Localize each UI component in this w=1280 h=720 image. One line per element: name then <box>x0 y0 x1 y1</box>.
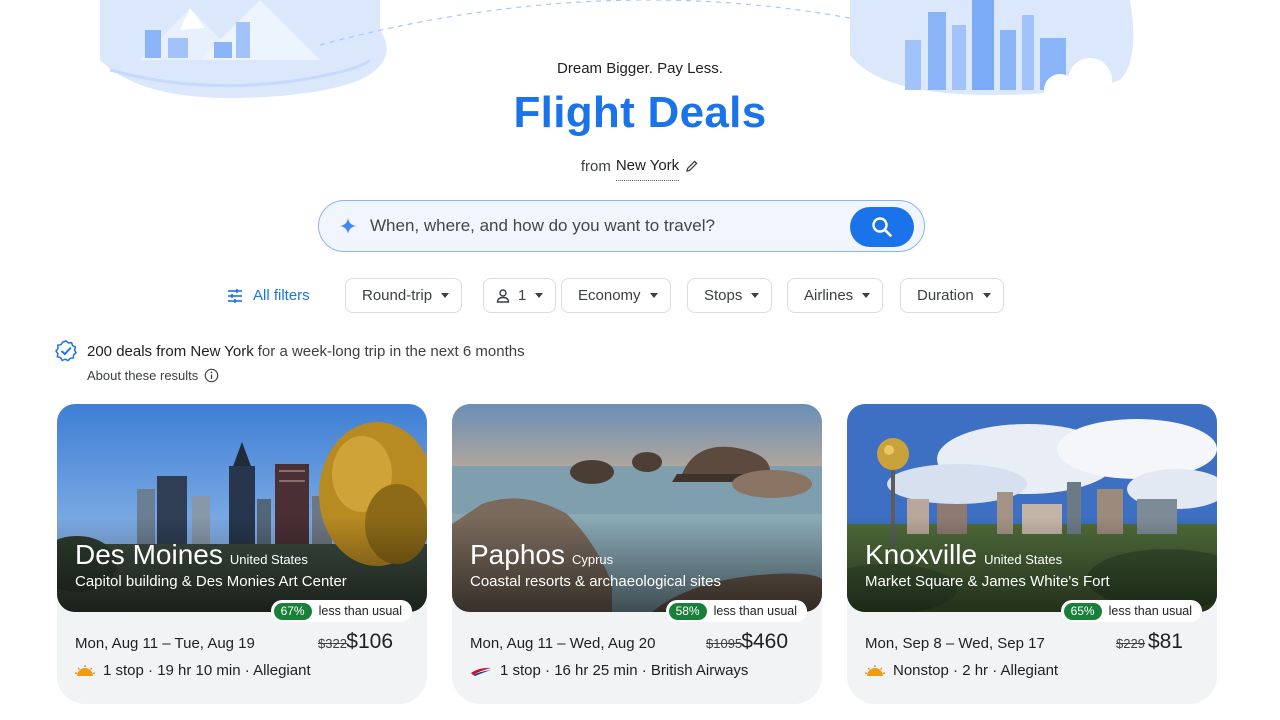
deal-percent: 67% <box>273 602 312 620</box>
verified-check-icon <box>55 340 77 362</box>
flight-details: 1 stop · 16 hr 25 min · British Airways <box>470 662 748 679</box>
flight-details-text: Nonstop · 2 hr · Allegiant <box>893 662 1059 679</box>
flight-details-text: 1 stop · 19 hr 10 min · Allegiant <box>103 662 311 679</box>
flight-details: 1 stop · 19 hr 10 min · Allegiant <box>75 662 311 679</box>
hero-tagline: Dream Bigger. Pay Less. <box>557 60 723 77</box>
duration-dropdown[interactable]: Duration <box>900 278 1004 313</box>
destination-name: Knoxville United States <box>865 539 1062 571</box>
trip-dates: Mon, Aug 11 – Tue, Aug 19 <box>75 635 255 652</box>
trip-type-dropdown[interactable]: Round-trip <box>345 278 463 313</box>
deal-price: $81 <box>1147 630 1183 653</box>
flight-details: Nonstop · 2 hr · Allegiant <box>865 662 1058 679</box>
duration-label: Duration <box>917 287 974 304</box>
origin-selector[interactable]: from New York <box>0 151 1280 181</box>
sparkle-icon <box>340 218 356 234</box>
deal-text: less than usual <box>1108 604 1192 618</box>
cabin-class-label: Economy <box>578 287 641 304</box>
deal-percent: 65% <box>1063 602 1102 620</box>
deal-price: $460 <box>741 630 788 653</box>
deal-card-des-moines[interactable]: Des Moines United States Capitol buildin… <box>57 404 427 704</box>
trip-type-label: Round-trip <box>362 287 433 304</box>
destination-city: Knoxville <box>865 539 978 570</box>
original-price: $1095 <box>706 636 743 651</box>
deal-percent: 58% <box>668 602 707 620</box>
deal-card-knoxville[interactable]: Knoxville United States Market Square & … <box>847 404 1217 704</box>
original-price: $229 <box>1116 636 1145 651</box>
pencil-icon[interactable] <box>685 159 699 173</box>
deal-price: $106 <box>346 630 393 653</box>
passengers-dropdown[interactable]: 1 <box>483 278 557 313</box>
info-icon[interactable] <box>204 368 219 383</box>
search-bar[interactable] <box>318 200 925 252</box>
deal-badge: 58% less than usual <box>665 600 807 622</box>
about-results-label: About these results <box>87 368 199 383</box>
chevron-down-icon <box>535 293 544 298</box>
airlines-label: Airlines <box>804 287 854 304</box>
stops-dropdown[interactable]: Stops <box>687 278 773 313</box>
flight-details-text: 1 stop · 16 hr 25 min · British Airways <box>500 662 749 679</box>
deal-card-paphos[interactable]: Paphos Cyprus Coastal resorts & archaeol… <box>452 404 822 704</box>
british-airways-logo-icon <box>471 667 491 676</box>
stops-label: Stops <box>704 287 743 304</box>
destination-description: Coastal resorts & archaeological sites <box>470 573 721 590</box>
all-filters-label: All filters <box>253 287 310 304</box>
origin-city[interactable]: New York <box>615 157 680 181</box>
search-button[interactable] <box>850 207 914 247</box>
destination-country: United States <box>229 552 308 567</box>
passengers-count: 1 <box>518 287 527 304</box>
filter-bar: All filters Round-trip 1 Economy Stops A… <box>0 278 1280 313</box>
destination-city: Paphos <box>470 539 565 570</box>
deals-count: 200 deals from New York <box>87 342 254 360</box>
about-results-link[interactable]: About these results <box>87 368 219 383</box>
cabin-class-dropdown[interactable]: Economy <box>561 278 671 313</box>
airlines-dropdown[interactable]: Airlines <box>787 278 884 313</box>
person-icon <box>496 288 510 303</box>
chevron-down-icon <box>982 293 991 298</box>
destination-city: Des Moines <box>75 539 223 570</box>
search-icon <box>872 217 892 237</box>
trip-dates: Mon, Aug 11 – Wed, Aug 20 <box>470 635 656 652</box>
chevron-down-icon <box>862 293 871 298</box>
all-filters-button[interactable]: All filters <box>226 278 310 313</box>
tune-icon <box>228 288 242 303</box>
chevron-down-icon <box>649 293 658 298</box>
destination-description: Market Square & James White's Fort <box>865 573 1110 590</box>
from-label: from <box>580 157 611 175</box>
destination-description: Capitol building & Des Monies Art Center <box>75 573 347 590</box>
deal-text: less than usual <box>318 604 402 618</box>
original-price: $322 <box>318 636 347 651</box>
destination-name: Des Moines United States <box>75 539 308 571</box>
allegiant-sun-logo-icon <box>75 664 95 676</box>
destination-name: Paphos Cyprus <box>470 539 613 571</box>
results-summary: 200 deals from New York for a week-long … <box>54 339 525 363</box>
search-input[interactable] <box>370 216 830 236</box>
destination-country: United States <box>984 552 1063 567</box>
page-title: Flight Deals <box>513 88 767 137</box>
trip-dates: Mon, Sep 8 – Wed, Sep 17 <box>865 635 1045 652</box>
deal-badge: 67% less than usual <box>270 600 412 622</box>
deals-context: for a week-long trip in the next 6 month… <box>257 342 525 360</box>
destination-country: Cyprus <box>571 552 614 567</box>
chevron-down-icon <box>441 293 450 298</box>
allegiant-sun-logo-icon <box>865 664 885 676</box>
deal-text: less than usual <box>713 604 797 618</box>
chevron-down-icon <box>751 293 760 298</box>
deal-badge: 65% less than usual <box>1060 600 1202 622</box>
